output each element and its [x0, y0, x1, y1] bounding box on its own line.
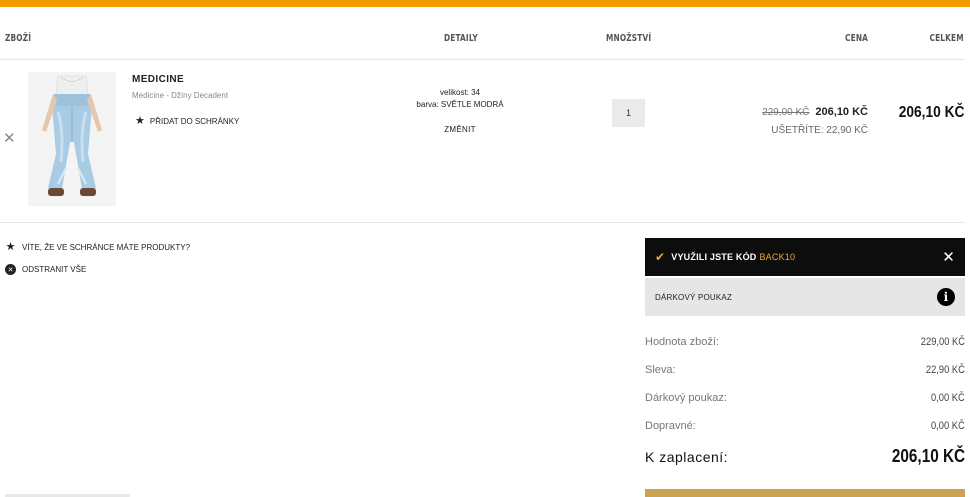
- header-product: ZBOŽÍ: [5, 33, 32, 44]
- summary-voucher-value: 0,00 KČ: [931, 392, 965, 404]
- summary-goods-label: Hodnota zboží:: [645, 336, 719, 348]
- product-image[interactable]: [28, 72, 116, 206]
- summary-total-label: K zaplacení:: [645, 449, 729, 465]
- unit-price: 229,00 KČ 206,10 KČ: [762, 106, 868, 118]
- header-details: DETAILY: [444, 33, 478, 44]
- summary-discount-row: Sleva: 22,90 KČ: [645, 364, 965, 376]
- summary-total-row: K zaplacení: 206,10 KČ: [645, 446, 965, 467]
- coupon-text: VYUŽILI JSTE KÓD: [671, 252, 757, 262]
- applied-coupon-bar: ✔ VYUŽILI JSTE KÓD BACK10 ✕: [645, 238, 965, 276]
- product-brand[interactable]: MEDICINE: [132, 74, 184, 85]
- remove-item-icon[interactable]: ✕: [3, 131, 16, 146]
- add-to-wishlist-button[interactable]: ★ PŘIDAT DO SCHRÁNKY: [135, 116, 239, 127]
- change-variant-link[interactable]: ZMĚNIT: [400, 125, 520, 134]
- wishlist-hint-label: VÍTE, ŽE VE SCHRÁNCE MÁTE PRODUKTY?: [22, 243, 191, 252]
- summary-shipping-row: Dopravné: 0,00 KČ: [645, 420, 965, 432]
- remove-circle-icon: ✕: [5, 264, 16, 275]
- row-divider: [0, 222, 965, 223]
- info-icon[interactable]: i: [937, 288, 955, 306]
- summary-voucher-label: Dárkový poukaz:: [645, 392, 727, 404]
- remove-all-button[interactable]: ✕ ODSTRANIT VŠE: [5, 264, 86, 275]
- summary-voucher-row: Dárkový poukaz: 0,00 KČ: [645, 392, 965, 404]
- summary-discount-value: 22,90 KČ: [926, 364, 965, 376]
- wishlist-hint-link[interactable]: ★ VÍTE, ŽE VE SCHRÁNCE MÁTE PRODUKTY?: [5, 242, 190, 253]
- summary-shipping-value: 0,00 KČ: [931, 420, 965, 432]
- remove-coupon-icon[interactable]: ✕: [942, 248, 955, 266]
- star-icon: ★: [5, 241, 16, 253]
- summary-shipping-label: Dopravné:: [645, 420, 696, 432]
- old-price: 229,00 KČ: [762, 107, 810, 118]
- gift-voucher-toggle[interactable]: DÁRKOVÝ POUKAZ i: [645, 278, 965, 316]
- header-quantity: MNOŽSTVÍ: [606, 33, 652, 44]
- add-to-wishlist-label: PŘIDAT DO SCHRÁNKY: [149, 117, 240, 126]
- header-divider: [0, 59, 965, 60]
- check-icon: ✔: [655, 250, 666, 264]
- product-details: velikost: 34 barva: SVĚTLE MODRÁ: [400, 87, 520, 111]
- row-total-price: 206,10 KČ: [898, 104, 964, 121]
- summary-discount-label: Sleva:: [645, 364, 676, 376]
- top-accent-bar: [0, 0, 970, 7]
- product-name[interactable]: Medicine - Džíny Decadent: [132, 91, 228, 100]
- summary-goods-row: Hodnota zboží: 229,00 KČ: [645, 336, 965, 348]
- quantity-input[interactable]: 1: [612, 99, 645, 127]
- header-price: CENA: [845, 33, 868, 44]
- remove-all-label: ODSTRANIT VŠE: [22, 265, 87, 274]
- gift-voucher-label: DÁRKOVÝ POUKAZ: [655, 292, 733, 302]
- summary-goods-value: 229,00 KČ: [920, 336, 965, 348]
- size-detail: velikost: 34: [439, 88, 481, 97]
- color-detail: barva: SVĚTLE MODRÁ: [416, 100, 504, 109]
- checkout-button[interactable]: [645, 489, 965, 497]
- star-icon: ★: [135, 115, 145, 127]
- savings-label: UŠETŘÍTE: 22,90 KČ: [771, 125, 868, 136]
- header-total: CELKEM: [929, 33, 964, 44]
- summary-total-value: 206,10 KČ: [891, 446, 965, 466]
- coupon-code: BACK10: [759, 252, 796, 262]
- new-price: 206,10 KČ: [815, 106, 868, 118]
